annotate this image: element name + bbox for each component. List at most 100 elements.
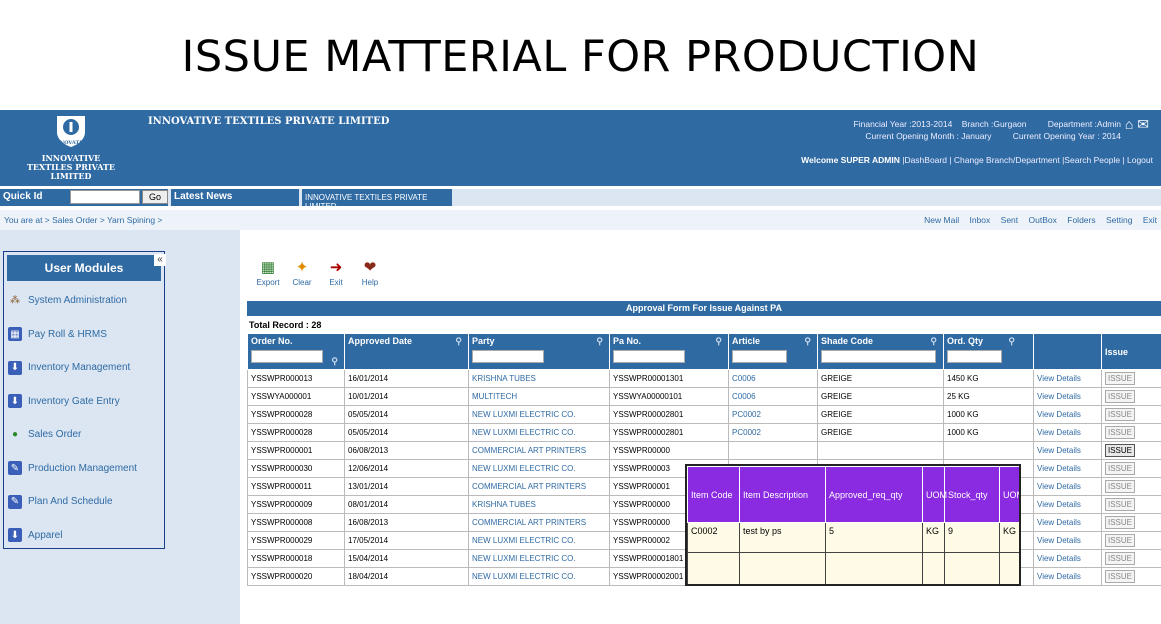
cell-article[interactable]: [728, 441, 818, 460]
cell-issue: ISSUE: [1101, 405, 1161, 424]
popup-uom: KG: [922, 522, 945, 553]
issue-button[interactable]: ISSUE: [1105, 390, 1135, 403]
search-icon[interactable]: ⚲: [804, 336, 811, 347]
view-details-link[interactable]: View Details: [1033, 369, 1102, 388]
mail-nav-new[interactable]: New Mail: [924, 215, 959, 225]
cell-article[interactable]: C0006: [728, 369, 818, 388]
cell-party[interactable]: NEW LUXMI ELECTRIC CO.: [468, 567, 610, 586]
cell-order-no: YSSWPR000028: [247, 405, 345, 424]
cell-ord-qty: 1000 KG: [943, 423, 1034, 442]
issue-button[interactable]: ISSUE: [1105, 462, 1135, 475]
cell-party[interactable]: COMMERCIAL ART PRINTERS: [468, 441, 610, 460]
header-links[interactable]: |DashBoard | Change Branch/Department |S…: [902, 155, 1153, 165]
view-details-link[interactable]: View Details: [1033, 531, 1102, 550]
shade-code-filter[interactable]: [821, 350, 936, 363]
view-details-link[interactable]: View Details: [1033, 567, 1102, 586]
view-details-link[interactable]: View Details: [1033, 441, 1102, 460]
article-filter[interactable]: [732, 350, 787, 363]
cell-article[interactable]: PC0002: [728, 423, 818, 442]
mail-nav-sent[interactable]: Sent: [1001, 215, 1019, 225]
issue-button[interactable]: ISSUE: [1105, 408, 1135, 421]
search-icon[interactable]: ⚲: [715, 336, 722, 347]
total-record: Total Record : 28: [249, 320, 322, 330]
issue-button[interactable]: ISSUE: [1105, 372, 1135, 385]
mail-icon[interactable]: ✉: [1137, 116, 1149, 132]
cell-party[interactable]: NEW LUXMI ELECTRIC CO.: [468, 423, 610, 442]
mail-nav-exit[interactable]: Exit: [1143, 215, 1157, 225]
cell-issue: ISSUE: [1101, 495, 1161, 514]
go-button[interactable]: Go: [142, 190, 168, 204]
cell-party[interactable]: KRISHNA TUBES: [468, 369, 610, 388]
ord-qty-filter[interactable]: [947, 350, 1002, 363]
col-label: Order No.: [251, 336, 293, 346]
issue-button[interactable]: ISSUE: [1105, 426, 1135, 439]
help-label: Help: [361, 278, 379, 287]
mail-nav-outbox[interactable]: OutBox: [1029, 215, 1057, 225]
mail-nav-setting[interactable]: Setting: [1106, 215, 1132, 225]
app-header: INNOVATIVE INNOVATIVE TEXTILES PRIVATE L…: [0, 110, 1161, 186]
sidebar-item-apparel[interactable]: ⬇ Apparel: [4, 519, 164, 553]
view-details-link[interactable]: View Details: [1033, 387, 1102, 406]
issue-button[interactable]: ISSUE: [1105, 498, 1135, 511]
cell-party[interactable]: MULTITECH: [468, 387, 610, 406]
view-details-link[interactable]: View Details: [1033, 459, 1102, 478]
issue-button[interactable]: ISSUE: [1105, 570, 1135, 583]
home-icon[interactable]: ⌂: [1125, 116, 1133, 132]
sidebar-item-label: Inventory Management: [28, 362, 131, 374]
help-button[interactable]: ❤ Help: [356, 258, 384, 294]
col-label: Shade Code: [821, 336, 874, 346]
issue-button[interactable]: ISSUE: [1105, 534, 1135, 547]
cell-party[interactable]: KRISHNA TUBES: [468, 495, 610, 514]
sidebar-item-sales-order[interactable]: ● Sales Order: [4, 418, 164, 452]
logo-badge: INNOVATIVE: [52, 140, 90, 146]
view-details-link[interactable]: View Details: [1033, 477, 1102, 496]
issue-button[interactable]: ISSUE: [1105, 480, 1135, 493]
cell-party[interactable]: COMMERCIAL ART PRINTERS: [468, 513, 610, 532]
sidebar-item-inventory[interactable]: ⬇ Inventory Management: [4, 351, 164, 385]
search-icon[interactable]: ⚲: [596, 336, 603, 347]
cell-order-no: YSSWPR000029: [247, 531, 345, 550]
view-details-link[interactable]: View Details: [1033, 549, 1102, 568]
sidebar-item-system-admin[interactable]: ⁂ System Administration: [4, 284, 164, 318]
sidebar-item-plan-schedule[interactable]: ✎ Plan And Schedule: [4, 485, 164, 519]
view-details-link[interactable]: View Details: [1033, 405, 1102, 424]
issue-button[interactable]: ISSUE: [1105, 552, 1135, 565]
cell-article[interactable]: C0006: [728, 387, 818, 406]
clear-button[interactable]: ✦ Clear: [288, 258, 316, 294]
cell-order-no: YSSWPR000001: [247, 441, 345, 460]
table-row: YSSWPR000001 06/08/2013 COMMERCIAL ART PRI…: [247, 441, 1161, 460]
mail-nav-folders[interactable]: Folders: [1067, 215, 1095, 225]
cell-party[interactable]: NEW LUXMI ELECTRIC CO.: [468, 549, 610, 568]
cell-party[interactable]: COMMERCIAL ART PRINTERS: [468, 477, 610, 496]
sidebar-item-gate-entry[interactable]: ⬇ Inventory Gate Entry: [4, 385, 164, 419]
view-details-link[interactable]: View Details: [1033, 423, 1102, 442]
sidebar-item-label: Inventory Gate Entry: [28, 395, 120, 407]
sidebar-item-production[interactable]: ✎ Production Management: [4, 452, 164, 486]
order-no-filter[interactable]: [251, 350, 323, 363]
cell-party[interactable]: NEW LUXMI ELECTRIC CO.: [468, 459, 610, 478]
cell-article[interactable]: PC0002: [728, 405, 818, 424]
sidebar-item-payroll[interactable]: ▦ Pay Roll & HRMS: [4, 318, 164, 352]
search-icon[interactable]: ⚲: [1008, 336, 1015, 347]
popup-col-item-code: Item Code: [687, 466, 740, 523]
cell-shade-code: [817, 441, 944, 460]
export-button[interactable]: ▦ Export: [254, 258, 282, 294]
exit-button[interactable]: ➜ Exit: [322, 258, 350, 294]
issue-button[interactable]: ISSUE: [1105, 444, 1135, 457]
view-details-link[interactable]: View Details: [1033, 495, 1102, 514]
mail-nav-inbox[interactable]: Inbox: [969, 215, 990, 225]
collapse-icon[interactable]: «: [154, 254, 166, 266]
search-icon[interactable]: ⚲: [930, 336, 937, 347]
cell-approved-date: 08/01/2014: [344, 495, 469, 514]
opening-month: Current Opening Month : January: [865, 131, 992, 141]
search-icon[interactable]: ⚲: [455, 336, 462, 347]
search-icon[interactable]: ⚲: [331, 356, 338, 367]
quick-id-input[interactable]: [70, 190, 140, 204]
cell-party[interactable]: NEW LUXMI ELECTRIC CO.: [468, 405, 610, 424]
branch: Branch :Gurgaon: [961, 119, 1027, 129]
view-details-link[interactable]: View Details: [1033, 513, 1102, 532]
party-filter[interactable]: [472, 350, 544, 363]
pa-no-filter[interactable]: [613, 350, 685, 363]
issue-button[interactable]: ISSUE: [1105, 516, 1135, 529]
cell-party[interactable]: NEW LUXMI ELECTRIC CO.: [468, 531, 610, 550]
